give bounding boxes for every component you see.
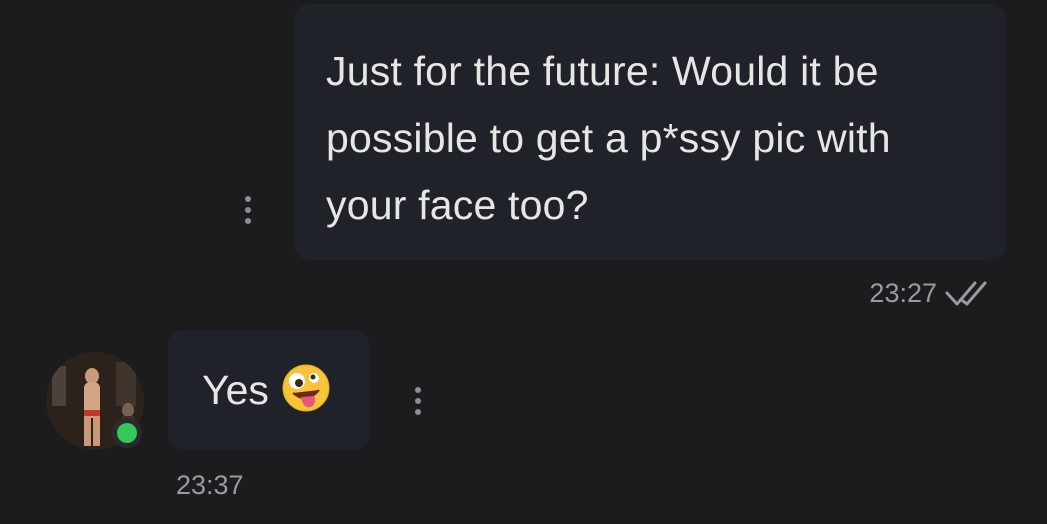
outgoing-message-text: Just for the future: Would it be possibl…	[326, 48, 891, 228]
incoming-timestamp: 23:37	[176, 470, 244, 500]
message-options-icon[interactable]	[408, 387, 428, 415]
incoming-message-meta: 23:37	[176, 470, 244, 501]
zany-face-emoji-icon	[281, 363, 331, 418]
double-check-icon	[945, 279, 999, 309]
outgoing-timestamp: 23:27	[869, 278, 937, 308]
message-options-icon[interactable]	[238, 196, 258, 224]
outgoing-message-bubble[interactable]: Just for the future: Would it be possibl…	[294, 4, 1006, 260]
outgoing-message-meta: 23:27	[869, 278, 999, 309]
incoming-message-bubble[interactable]: Yes	[168, 330, 370, 450]
online-status-indicator	[112, 418, 142, 448]
avatar[interactable]	[46, 352, 144, 450]
incoming-message-text: Yes	[202, 367, 269, 413]
chat-screen: Just for the future: Would it be possibl…	[0, 0, 1047, 524]
